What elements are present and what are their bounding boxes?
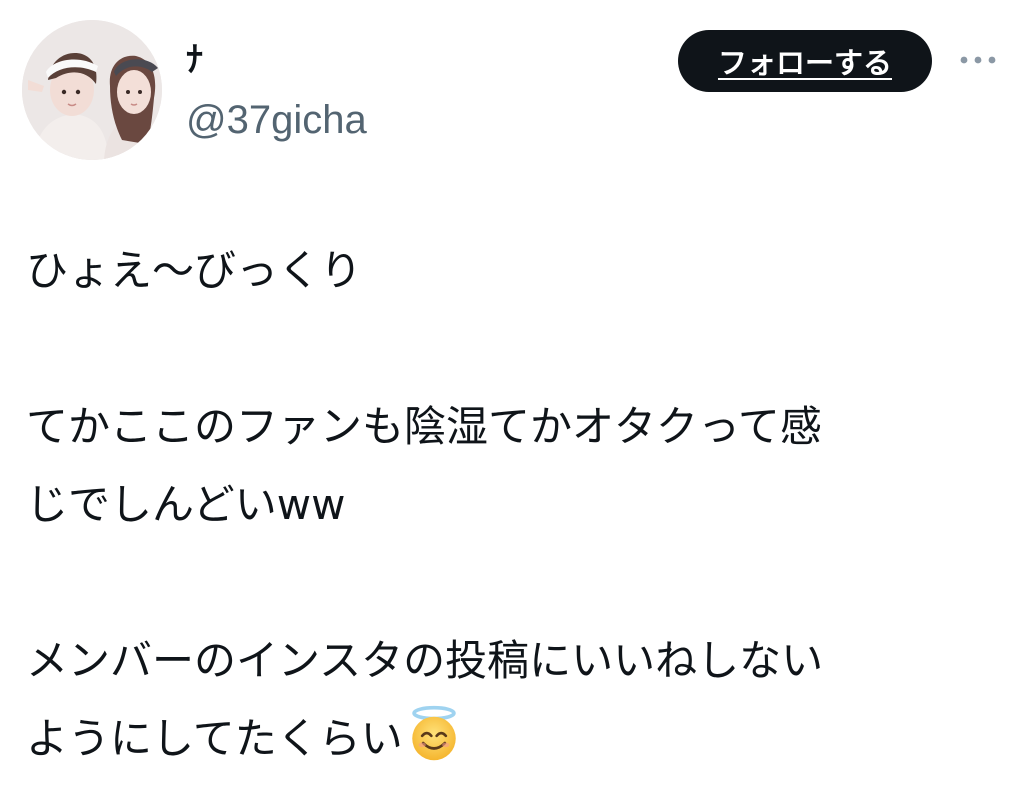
tweet-line-text: ようにしてたくらい [26, 714, 403, 763]
tweet-line: メンバーのインスタの投稿にいいねしない [26, 636, 824, 685]
follow-button-label: フォローする [717, 46, 892, 80]
tweet-line: てかここのファンも陰湿てかオタクって感 [26, 402, 822, 451]
avatar-photo [22, 20, 162, 160]
more-horizontal-icon[interactable] [958, 52, 998, 68]
tweet-text: ひょえ〜びっくり てかここのファンも陰湿てかオタクって感 じでしんどいww メン… [26, 232, 986, 778]
smiling-face-with-halo-emoji [412, 705, 456, 761]
avatar[interactable] [22, 20, 162, 160]
user-handle[interactable]: @37gicha [186, 96, 367, 144]
follow-button[interactable]: フォローする [678, 30, 932, 92]
tweet-line-last: ようにしてたくらい [26, 700, 986, 778]
tweet-line: ひょえ〜びっくり [26, 246, 363, 295]
tweet-line: じでしんどいww [26, 480, 346, 529]
display-name[interactable]: ﾅ [186, 38, 203, 82]
